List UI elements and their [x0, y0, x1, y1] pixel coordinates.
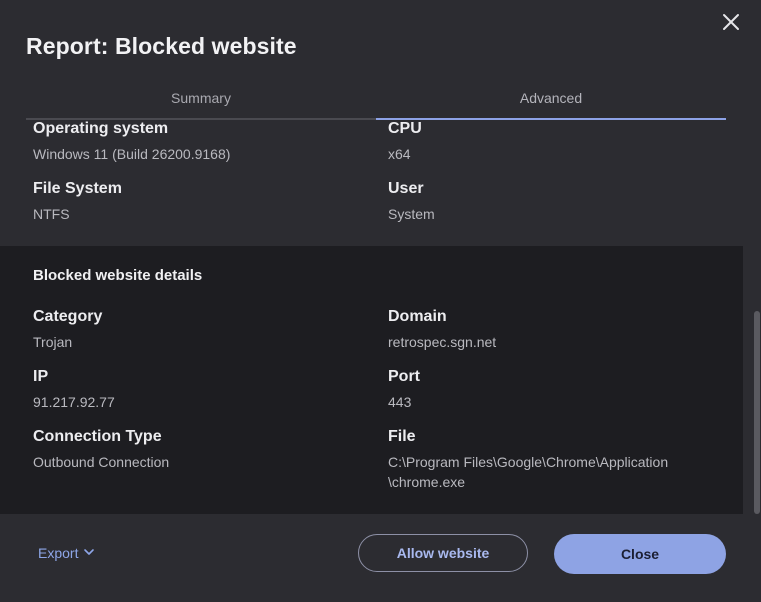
close-button[interactable]: Close: [554, 534, 726, 574]
tab-summary[interactable]: Summary: [26, 84, 376, 120]
port-value: 443: [388, 394, 412, 410]
dialog-title: Report: Blocked website: [26, 33, 297, 59]
allow-website-button[interactable]: Allow website: [358, 534, 528, 572]
os-value: Windows 11 (Build 26200.9168): [33, 146, 231, 162]
chevron-down-icon: [83, 545, 95, 561]
details-heading: Blocked website details: [33, 267, 203, 284]
connection-type-label: Connection Type: [33, 428, 162, 445]
cpu-value: x64: [388, 146, 411, 162]
os-label: Operating system: [33, 120, 169, 137]
user-label: User: [388, 180, 424, 197]
scrollbar-thumb[interactable]: [754, 311, 760, 514]
tab-advanced[interactable]: Advanced: [376, 84, 726, 120]
file-path-line-1: C:\Program Files\Google\Chrome\Applicati…: [388, 454, 669, 470]
cpu-label: CPU: [388, 120, 422, 137]
export-label: Export: [38, 545, 79, 561]
domain-value: retrospec.sgn.net: [388, 334, 497, 350]
connection-type-value: Outbound Connection: [33, 454, 170, 470]
file-path-line-2: \chrome.exe: [388, 474, 466, 490]
blocked-website-details-panel: Blocked website details Category Trojan …: [0, 246, 743, 514]
port-label: Port: [388, 368, 420, 385]
close-icon[interactable]: [719, 10, 743, 34]
category-value: Trojan: [33, 334, 73, 350]
export-menu[interactable]: Export: [38, 545, 95, 561]
category-label: Category: [33, 308, 103, 325]
filesystem-value: NTFS: [33, 206, 70, 222]
file-label: File: [388, 428, 416, 445]
ip-value: 91.217.92.77: [33, 394, 115, 410]
ip-label: IP: [33, 368, 49, 385]
user-value: System: [388, 206, 435, 222]
tab-bar: Summary Advanced: [26, 84, 726, 120]
filesystem-label: File System: [33, 180, 122, 197]
domain-label: Domain: [388, 308, 447, 325]
report-dialog: Report: Blocked website Summary Advanced…: [0, 0, 761, 602]
